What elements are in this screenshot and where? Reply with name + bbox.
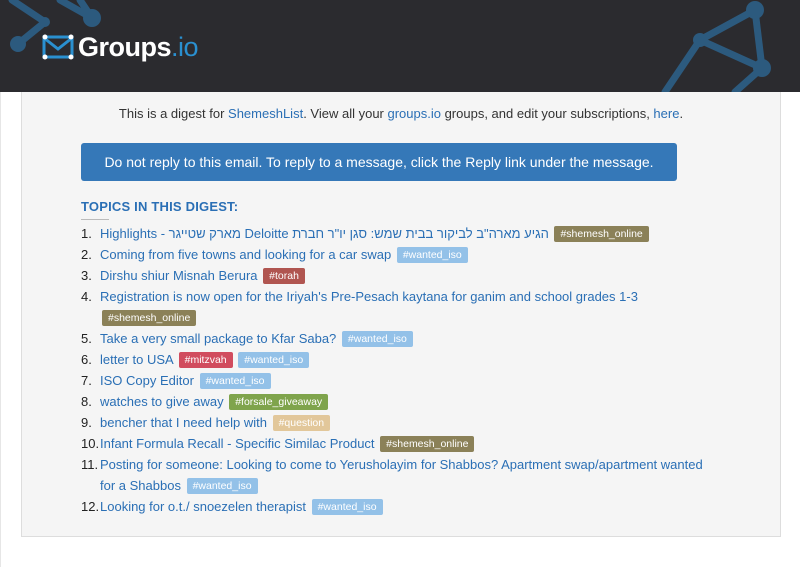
here-link[interactable]: here bbox=[653, 106, 679, 121]
topic-link[interactable]: Looking for o.t./ snoezelen therapist bbox=[100, 499, 306, 514]
digest-intro: This is a digest for ShemeshList. View a… bbox=[22, 106, 780, 121]
group-link[interactable]: ShemeshList bbox=[228, 106, 303, 121]
envelope-logo-icon bbox=[42, 34, 74, 60]
topic-item: 4. Registration is now open for the Iriya… bbox=[81, 286, 721, 328]
topics-heading: TOPICS IN THIS DIGEST: bbox=[81, 199, 239, 214]
topic-number: 9. bbox=[81, 415, 92, 430]
hashtag-badge[interactable]: #forsale_giveaway bbox=[229, 394, 329, 410]
topic-link[interactable]: ISO Copy Editor bbox=[100, 373, 194, 388]
intro-text: . bbox=[679, 106, 684, 121]
topic-number: 2. bbox=[81, 247, 92, 262]
topic-number: 12. bbox=[81, 499, 100, 514]
groups-io-logo[interactable]: Groups.io bbox=[42, 32, 199, 62]
topic-number: 3. bbox=[81, 268, 92, 283]
hashtag-badge[interactable]: #shemesh_online bbox=[102, 310, 197, 326]
topic-link[interactable]: Coming from five towns and looking for a… bbox=[100, 247, 391, 262]
topics-divider bbox=[81, 219, 109, 220]
topic-item: 11. Posting for someone: Looking to come … bbox=[81, 454, 721, 496]
topic-number: 7. bbox=[81, 373, 92, 388]
hashtag-badge[interactable]: #wanted_iso bbox=[396, 247, 468, 263]
intro-text: This is a digest for bbox=[118, 106, 229, 121]
topic-item: 7. ISO Copy Editor #wanted_iso bbox=[81, 370, 721, 391]
topic-item: 5. Take a very small package to Kfar Saba… bbox=[81, 328, 721, 349]
hashtag-badge[interactable]: #mitzvah bbox=[178, 352, 233, 368]
digest-panel: This is a digest for ShemeshList. View a… bbox=[21, 92, 781, 537]
topic-item: 8. watches to give away #forsale_giveaway bbox=[81, 391, 721, 412]
do-not-reply-banner: Do not reply to this email. To reply to … bbox=[81, 143, 677, 181]
topic-link[interactable]: Registration is now open for the Iriyah'… bbox=[100, 289, 638, 304]
topic-number: 8. bbox=[81, 394, 92, 409]
header: Groups.io bbox=[0, 0, 800, 92]
hashtag-badge[interactable]: #wanted_iso bbox=[238, 352, 310, 368]
topic-number: 6. bbox=[81, 352, 92, 367]
topic-item: 10. Infant Formula Recall - Specific Simi… bbox=[81, 433, 721, 454]
topic-link[interactable]: Take a very small package to Kfar Saba? bbox=[100, 331, 336, 346]
topic-item: 3. Dirshu shiur Misnah Berura #torah bbox=[81, 265, 721, 286]
topic-item: 12. Looking for o.t./ snoezelen therapist… bbox=[81, 496, 721, 517]
topic-number: 4. bbox=[81, 289, 92, 304]
topic-link[interactable]: Dirshu shiur Misnah Berura bbox=[100, 268, 258, 283]
hashtag-badge[interactable]: #wanted_iso bbox=[199, 373, 271, 389]
topic-item: 9. bencher that I need help with #questio… bbox=[81, 412, 721, 433]
topic-number: 11. bbox=[81, 457, 99, 472]
hashtag-badge[interactable]: #question bbox=[272, 415, 331, 431]
hashtag-badge[interactable]: #wanted_iso bbox=[186, 478, 258, 494]
topics-list: 1. Highlights - מארק שטייגר Deloitte הגיע… bbox=[81, 223, 721, 517]
topic-item: 6. letter to USA #mitzvah #wanted_iso bbox=[81, 349, 721, 370]
topic-link[interactable]: Infant Formula Recall - Specific Similac… bbox=[100, 436, 375, 451]
topic-number: 1. bbox=[81, 226, 92, 241]
topic-link[interactable]: Highlights - מארק שטייגר Deloitte הגיע מ… bbox=[100, 226, 549, 241]
topic-item: 1. Highlights - מארק שטייגר Deloitte הגיע… bbox=[81, 223, 721, 244]
topic-number: 5. bbox=[81, 331, 92, 346]
intro-text: groups, and edit your subscriptions, bbox=[440, 106, 654, 121]
hashtag-badge[interactable]: #shemesh_online bbox=[554, 226, 649, 242]
topic-number: 10. bbox=[81, 436, 100, 451]
left-border bbox=[0, 92, 1, 567]
topic-link[interactable]: watches to give away bbox=[100, 394, 224, 409]
topic-item: 2. Coming from five towns and looking for… bbox=[81, 244, 721, 265]
hashtag-badge[interactable]: #shemesh_online bbox=[380, 436, 475, 452]
hashtag-badge[interactable]: #torah bbox=[263, 268, 305, 284]
hashtag-badge[interactable]: #wanted_iso bbox=[341, 331, 413, 347]
logo-wordmark: Groups.io bbox=[78, 32, 199, 62]
groups-io-link[interactable]: groups.io bbox=[387, 106, 440, 121]
topic-link[interactable]: letter to USA bbox=[100, 352, 173, 367]
intro-text: . View all your bbox=[303, 106, 388, 121]
hashtag-badge[interactable]: #wanted_iso bbox=[311, 499, 383, 515]
topic-link[interactable]: bencher that I need help with bbox=[100, 415, 267, 430]
